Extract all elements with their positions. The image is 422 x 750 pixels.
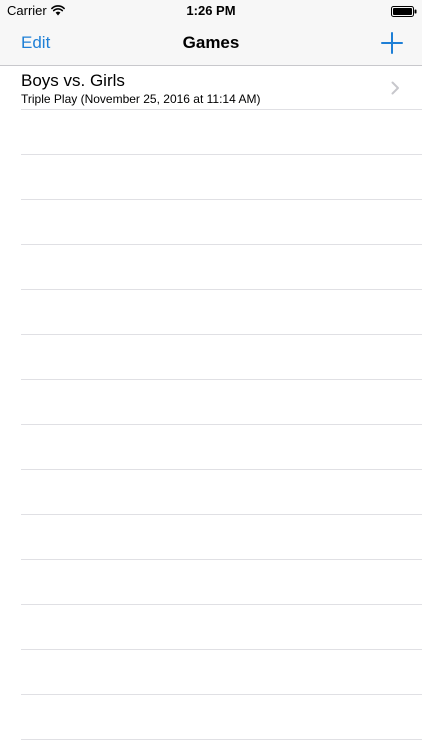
empty-row: [0, 425, 422, 470]
add-game-button[interactable]: [381, 32, 403, 54]
empty-row: [0, 200, 422, 245]
empty-row: [0, 605, 422, 650]
empty-row: [0, 470, 422, 515]
top-chrome: Carrier 1:26 PM Edit Games: [0, 0, 422, 66]
plus-icon: [381, 32, 403, 54]
status-time: 1:26 PM: [186, 3, 236, 18]
status-bar: Carrier 1:26 PM: [0, 0, 422, 22]
empty-row: [0, 155, 422, 200]
empty-row: [0, 650, 422, 695]
game-row[interactable]: Boys vs. Girls Triple Play (November 25,…: [0, 66, 422, 110]
game-title: Boys vs. Girls: [21, 71, 125, 90]
empty-row: [0, 245, 422, 290]
empty-row: [0, 290, 422, 335]
game-subtitle: Triple Play (November 25, 2016 at 11:14 …: [21, 92, 261, 106]
empty-row: [0, 560, 422, 605]
empty-row: [0, 515, 422, 560]
empty-row: [0, 380, 422, 425]
row-separator: [21, 739, 422, 740]
battery-icon: [391, 6, 417, 17]
empty-row: [0, 695, 422, 740]
empty-row: [0, 335, 422, 380]
page-title: Games: [182, 33, 240, 52]
chevron-right-icon: [391, 81, 399, 95]
empty-row: [0, 110, 422, 155]
games-list: Boys vs. Girls Triple Play (November 25,…: [0, 66, 422, 740]
navigation-bar: Edit Games: [0, 22, 422, 66]
